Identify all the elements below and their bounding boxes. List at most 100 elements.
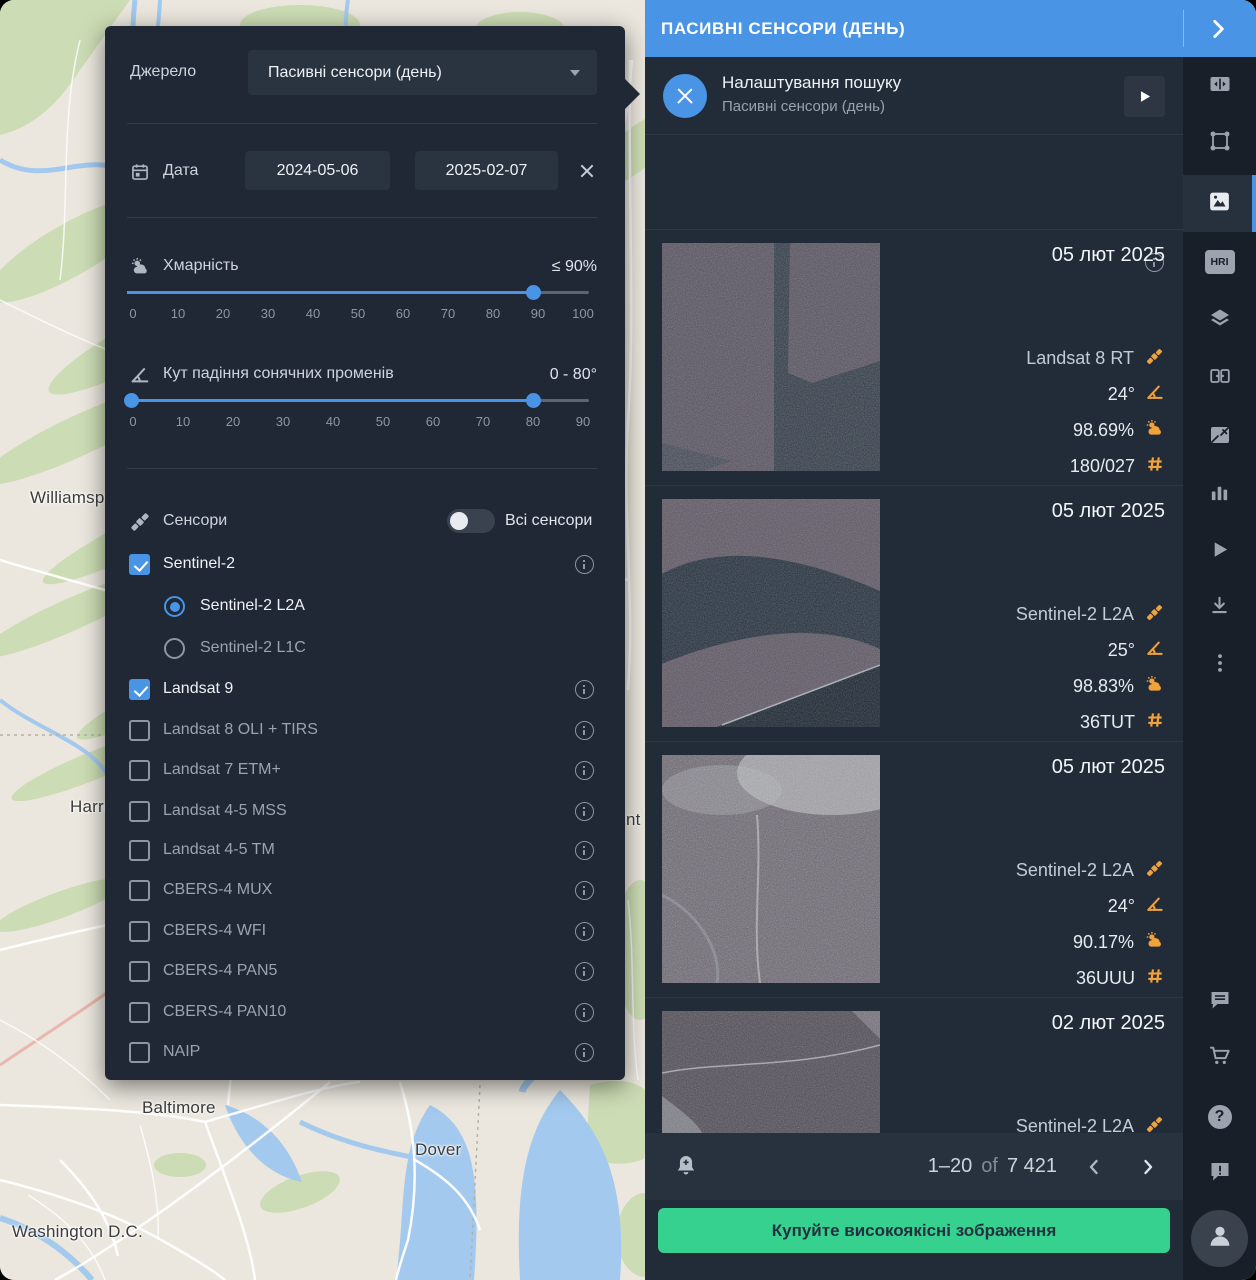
sun-angle-slider[interactable] — [127, 399, 589, 402]
compare-scenes-icon — [1208, 364, 1232, 393]
radio-unselected[interactable] — [164, 638, 185, 659]
checkbox-checked[interactable] — [129, 679, 150, 700]
info-icon[interactable] — [575, 555, 594, 574]
tool-downloads[interactable] — [1183, 580, 1256, 636]
scene-result-row[interactable]: 05 лют 2025 Landsat 8 RT 24° 98.69% 180/… — [645, 230, 1183, 486]
cloudiness-value: ≤ 90% — [552, 258, 597, 276]
scene-thumbnail[interactable] — [662, 755, 880, 983]
checkbox[interactable] — [129, 840, 150, 861]
info-icon[interactable] — [575, 761, 594, 780]
date-from-input[interactable]: 2024-05-06 — [245, 151, 390, 190]
sensor-label: Sentinel-2 — [163, 555, 235, 573]
checkbox[interactable] — [129, 880, 150, 901]
cloudiness-icon — [1144, 418, 1165, 444]
scene-sensor: Sentinel-2 L2A — [1016, 604, 1134, 625]
close-search-icon[interactable] — [663, 74, 707, 118]
cloudiness-slider-thumb[interactable] — [526, 285, 541, 300]
tool-compare-scenes[interactable] — [1183, 350, 1256, 406]
map-label-washington: Washington D.C. — [12, 1222, 143, 1242]
search-settings-title: Налаштування пошуку — [722, 73, 901, 93]
sensors-icon — [128, 510, 152, 539]
tool-more[interactable] — [1183, 637, 1256, 693]
scene-date: 05 лют 2025 — [1052, 244, 1165, 267]
sun-angle-icon — [129, 364, 151, 391]
buy-high-res-button[interactable]: Купуйте високоякісні зображення — [658, 1208, 1170, 1253]
results-panel: Налаштування пошуку Пасивні сенсори (ден… — [645, 57, 1183, 1280]
prev-page-icon[interactable] — [1082, 1155, 1106, 1179]
date-to-input[interactable]: 2025-02-07 — [415, 151, 558, 190]
collapse-panel-icon[interactable] — [1205, 16, 1231, 42]
scene-date: 02 лют 2025 — [1052, 1012, 1165, 1035]
sun-angle-value: 0 - 80° — [550, 366, 597, 384]
info-icon[interactable] — [575, 962, 594, 981]
cart-icon — [1207, 1043, 1232, 1073]
tile-grid-icon — [1145, 966, 1165, 991]
checkbox[interactable] — [129, 801, 150, 822]
search-settings-subtitle: Пасивні сенсори (день) — [722, 98, 885, 115]
bar-chart-icon — [1208, 481, 1231, 509]
scene-tile-id: 36TUT — [1080, 712, 1135, 733]
tool-hri[interactable]: HRI — [1183, 234, 1256, 290]
tool-layers[interactable] — [1183, 292, 1256, 348]
checkbox[interactable] — [129, 720, 150, 741]
sun-angle-icon — [1145, 638, 1165, 663]
cloudiness-ticks: 0102030405060708090100 — [121, 306, 595, 321]
map-label-dover: Dover — [415, 1140, 461, 1160]
account-button[interactable] — [1191, 1210, 1248, 1267]
info-icon[interactable] — [575, 841, 594, 860]
results-header: ПАСИВНІ СЕНСОРИ (ДЕНЬ) — [645, 0, 1256, 57]
scene-sun-angle: 25° — [1108, 640, 1135, 661]
scene-thumbnail[interactable] — [662, 1011, 880, 1133]
tool-area-of-interest[interactable] — [1183, 115, 1256, 171]
sun-angle-slider-thumb-min[interactable] — [124, 393, 139, 408]
tool-help[interactable] — [1183, 1089, 1256, 1145]
checkbox[interactable] — [129, 961, 150, 982]
info-icon[interactable] — [575, 1043, 594, 1062]
run-search-button[interactable] — [1124, 76, 1165, 117]
info-icon[interactable] — [575, 881, 594, 900]
tool-compare-swipe[interactable] — [1183, 58, 1256, 114]
tool-feedback[interactable] — [1183, 1145, 1256, 1201]
sensor-label: Landsat 4-5 MSS — [163, 802, 287, 820]
sun-angle-slider-thumb-max[interactable] — [526, 393, 541, 408]
notify-bell-icon[interactable] — [673, 1153, 699, 1184]
date-to-value: 2025-02-07 — [446, 162, 528, 180]
cloudiness-slider[interactable] — [127, 291, 589, 294]
date-label: Дата — [163, 162, 198, 180]
checkbox[interactable] — [129, 921, 150, 942]
divider — [127, 468, 597, 469]
radio-selected[interactable] — [164, 596, 185, 617]
sensor-label: Landsat 8 OLI + TIRS — [163, 721, 318, 739]
tool-cart[interactable] — [1183, 1030, 1256, 1086]
sensor-label: Sentinel-2 L2A — [200, 597, 305, 615]
info-icon[interactable] — [575, 922, 594, 941]
tool-scene-search[interactable] — [1183, 175, 1256, 232]
tool-analytics[interactable] — [1183, 467, 1256, 523]
scene-result-row[interactable]: 05 лют 2025 Sentinel-2 L2A 25° 98.83% 36… — [645, 486, 1183, 742]
pagination-status: 1–20 of 7 421 — [928, 1133, 1057, 1200]
scene-cloudiness: 90.17% — [1073, 932, 1134, 953]
swipe-compare-icon — [1208, 72, 1232, 101]
info-icon[interactable] — [575, 721, 594, 740]
checkbox[interactable] — [129, 760, 150, 781]
checkbox[interactable] — [129, 1042, 150, 1063]
checkbox-checked[interactable] — [129, 554, 150, 575]
next-page-icon[interactable] — [1136, 1155, 1160, 1179]
tool-mosaic[interactable] — [1183, 409, 1256, 465]
info-icon[interactable] — [575, 802, 594, 821]
tool-chat[interactable] — [1183, 974, 1256, 1030]
scene-thumbnail[interactable] — [662, 243, 880, 471]
scene-thumbnail[interactable] — [662, 499, 880, 727]
scene-result-row[interactable]: 02 лют 2025 Sentinel-2 L2A — [645, 998, 1183, 1133]
scene-result-row[interactable]: 05 лют 2025 Sentinel-2 L2A 24° 90.17% 36… — [645, 742, 1183, 998]
tool-timelapse[interactable] — [1183, 524, 1256, 580]
checkbox[interactable] — [129, 1002, 150, 1023]
sensor-label: CBERS-4 PAN5 — [163, 962, 277, 980]
search-filters-panel: Джерело Пасивні сенсори (день) Дата 2024… — [105, 26, 625, 1080]
sensors-label: Сенсори — [163, 512, 227, 530]
all-sensors-toggle[interactable] — [447, 509, 495, 533]
source-label: Джерело — [130, 63, 196, 81]
source-select[interactable]: Пасивні сенсори (день) — [248, 50, 597, 95]
info-icon[interactable] — [575, 1003, 594, 1022]
info-icon[interactable] — [575, 680, 594, 699]
